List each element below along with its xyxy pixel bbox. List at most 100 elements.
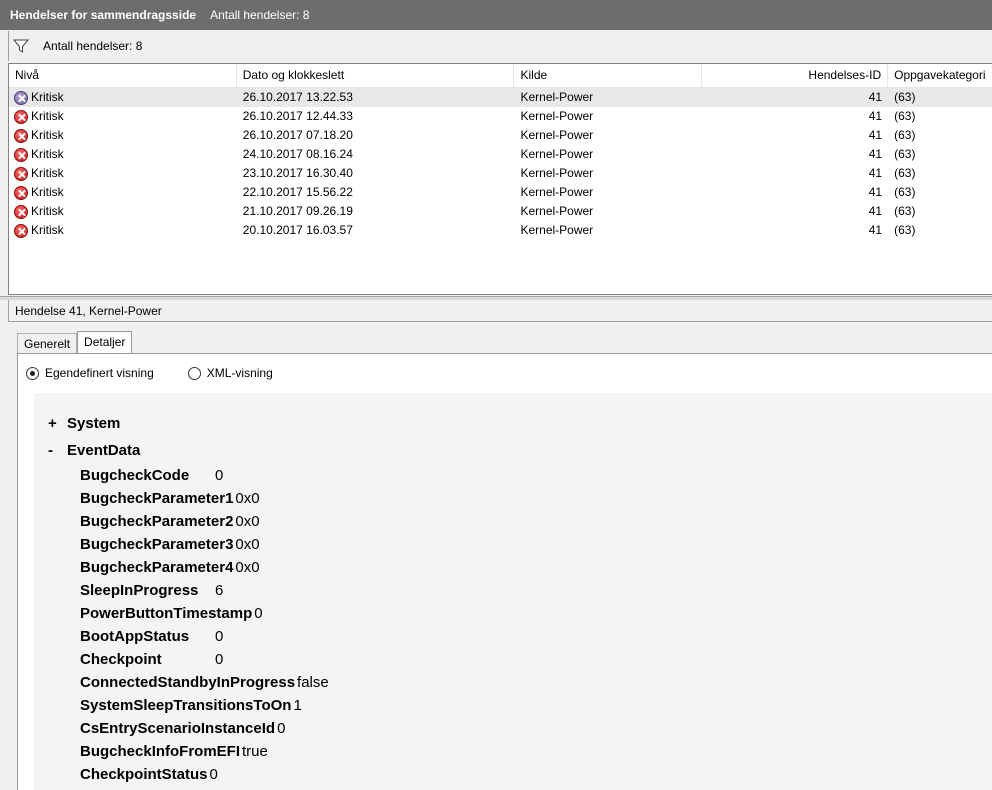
cell-event-id: 41 [868, 109, 883, 123]
detail-tabs: Generelt Detaljer [17, 331, 133, 355]
field-value: 0x0 [235, 513, 260, 530]
tab-general[interactable]: Generelt [17, 333, 78, 355]
eventdata-field: CheckpointStatus 0 [80, 765, 218, 785]
field-value: 0 [254, 605, 263, 622]
cell-date: 21.10.2017 09.26.19 [242, 204, 353, 218]
table-row[interactable]: Kritisk 22.10.2017 15.56.22 Kernel-Power 41… [9, 183, 992, 202]
tab-details[interactable]: Detaljer [77, 331, 133, 355]
cell-event-id: 41 [868, 223, 883, 237]
field-name: ConnectedStandbyInProgress [80, 674, 296, 691]
field-name: BugcheckParameter1 [80, 490, 234, 507]
cell-date: 22.10.2017 15.56.22 [242, 185, 353, 199]
radio-selected-icon[interactable] [26, 366, 39, 380]
filter-event-count: Antall hendelser: 8 [43, 39, 143, 53]
cell-level: Kritisk [9, 107, 237, 126]
table-row[interactable]: Kritisk 26.10.2017 07.18.20 Kernel-Power 41… [9, 126, 992, 145]
cell-event-id: 41 [868, 128, 883, 142]
tree-node-system[interactable]: + System [48, 414, 120, 434]
column-header-task-category[interactable]: Oppgavekategori [888, 64, 992, 88]
eventdata-field: ConnectedStandbyInProgress false [80, 673, 329, 693]
eventdata-field: BugcheckParameter4 0x0 [80, 558, 260, 578]
level-text: Kritisk [31, 90, 64, 104]
table-body: Kritisk 26.10.2017 13.22.53 Kernel-Power 41… [9, 88, 992, 240]
error-icon [14, 185, 28, 200]
radio-xml-view-label: XML-visning [206, 366, 273, 380]
eventdata-field: PowerButtonTimestamp 0 [80, 604, 263, 624]
table-row[interactable]: Kritisk 21.10.2017 09.26.19 Kernel-Power 41… [9, 202, 992, 221]
cell-source: Kernel-Power [520, 185, 594, 199]
table-row[interactable]: Kritisk 24.10.2017 08.16.24 Kernel-Power 41… [9, 145, 992, 164]
table-row[interactable]: Kritisk 20.10.2017 16.03.57 Kernel-Power 41… [9, 221, 992, 240]
tree-node-label: System [67, 415, 121, 432]
filter-icon[interactable] [13, 38, 29, 54]
cell-level: Kritisk [9, 183, 237, 202]
filter-bar: Antall hendelser: 8 [8, 31, 992, 61]
field-value: 0x0 [235, 536, 260, 553]
cell-level: Kritisk [9, 88, 237, 107]
column-header-source[interactable]: Kilde [514, 64, 703, 88]
field-value: 0 [277, 720, 286, 737]
panel-title: Hendelser for sammendragsside [10, 8, 197, 22]
expand-toggle[interactable]: + [48, 414, 67, 434]
field-name: BugcheckParameter4 [80, 559, 234, 576]
panel-titlebar: Hendelser for sammendragsside Antall hen… [0, 0, 992, 30]
table-row[interactable]: Kritisk 26.10.2017 12.44.33 Kernel-Power 41… [9, 107, 992, 126]
view-mode-radios: Egendefinert visning XML-visning [26, 363, 273, 383]
field-name: SystemSleepTransitionsToOn [80, 697, 292, 714]
collapse-toggle[interactable]: - [48, 441, 67, 461]
tree-node-eventdata[interactable]: - EventData [48, 441, 140, 461]
field-name: SleepInProgress [80, 582, 199, 599]
table-row[interactable]: Kritisk 23.10.2017 16.30.40 Kernel-Power 41… [9, 164, 992, 183]
radio-xml-view[interactable]: XML-visning [187, 366, 273, 380]
tree-node-label: EventData [67, 442, 141, 459]
column-header-level[interactable]: Nivå [9, 64, 237, 88]
cell-task-category: (63) [894, 147, 916, 161]
cell-event-id: 41 [868, 204, 883, 218]
cell-level: Kritisk [9, 202, 237, 221]
radio-unselected-icon[interactable] [187, 366, 201, 380]
eventdata-field: BootAppStatus 0 [80, 627, 223, 647]
cell-level: Kritisk [9, 164, 237, 183]
field-name: BootAppStatus [80, 628, 190, 645]
cell-date: 26.10.2017 13.22.53 [242, 90, 353, 104]
radio-custom-view[interactable]: Egendefinert visning [26, 366, 154, 380]
field-value: 0 [215, 651, 224, 668]
cell-date: 26.10.2017 07.18.20 [242, 128, 353, 142]
field-value: false [297, 674, 329, 691]
cell-event-id: 41 [868, 147, 883, 161]
cell-source: Kernel-Power [520, 147, 594, 161]
eventdata-field: CsEntryScenarioInstanceId 0 [80, 719, 285, 739]
eventdata-field: SystemSleepTransitionsToOn 1 [80, 696, 302, 716]
event-detail-header: Hendelse 41, Kernel-Power [8, 300, 992, 322]
cell-source: Kernel-Power [520, 166, 594, 180]
radio-custom-view-label: Egendefinert visning [45, 366, 154, 380]
cell-task-category: (63) [894, 90, 916, 104]
cell-event-id: 41 [868, 185, 883, 199]
cell-source: Kernel-Power [520, 128, 594, 142]
field-name: BugcheckInfoFromEFI [80, 743, 241, 760]
eventdata-field: SleepInProgress 6 [80, 581, 223, 601]
column-header-date[interactable]: Dato og klokkeslett [237, 64, 515, 88]
field-value: 6 [215, 582, 224, 599]
field-name: BugcheckParameter2 [80, 513, 234, 530]
cell-task-category: (63) [894, 166, 916, 180]
error-icon [14, 128, 28, 143]
level-text: Kritisk [31, 223, 64, 237]
panel-event-count: Antall hendelser: 8 [210, 8, 310, 22]
eventdata-field: BugcheckParameter2 0x0 [80, 512, 260, 532]
cell-task-category: (63) [894, 185, 916, 199]
column-header-event-id[interactable]: Hendelses-ID [702, 64, 889, 88]
cell-source: Kernel-Power [520, 204, 594, 218]
level-text: Kritisk [31, 109, 64, 123]
error-icon [14, 223, 28, 238]
field-value: true [242, 743, 268, 760]
eventdata-field: Checkpoint 0 [80, 650, 223, 670]
eventdata-field: BugcheckParameter3 0x0 [80, 535, 260, 555]
field-name: BugcheckParameter3 [80, 536, 234, 553]
table-row[interactable]: Kritisk 26.10.2017 13.22.53 Kernel-Power 41… [9, 88, 992, 107]
level-text: Kritisk [31, 204, 64, 218]
level-text: Kritisk [31, 147, 64, 161]
cell-level: Kritisk [9, 145, 237, 164]
cell-task-category: (63) [894, 109, 916, 123]
cell-date: 24.10.2017 08.16.24 [242, 147, 353, 161]
